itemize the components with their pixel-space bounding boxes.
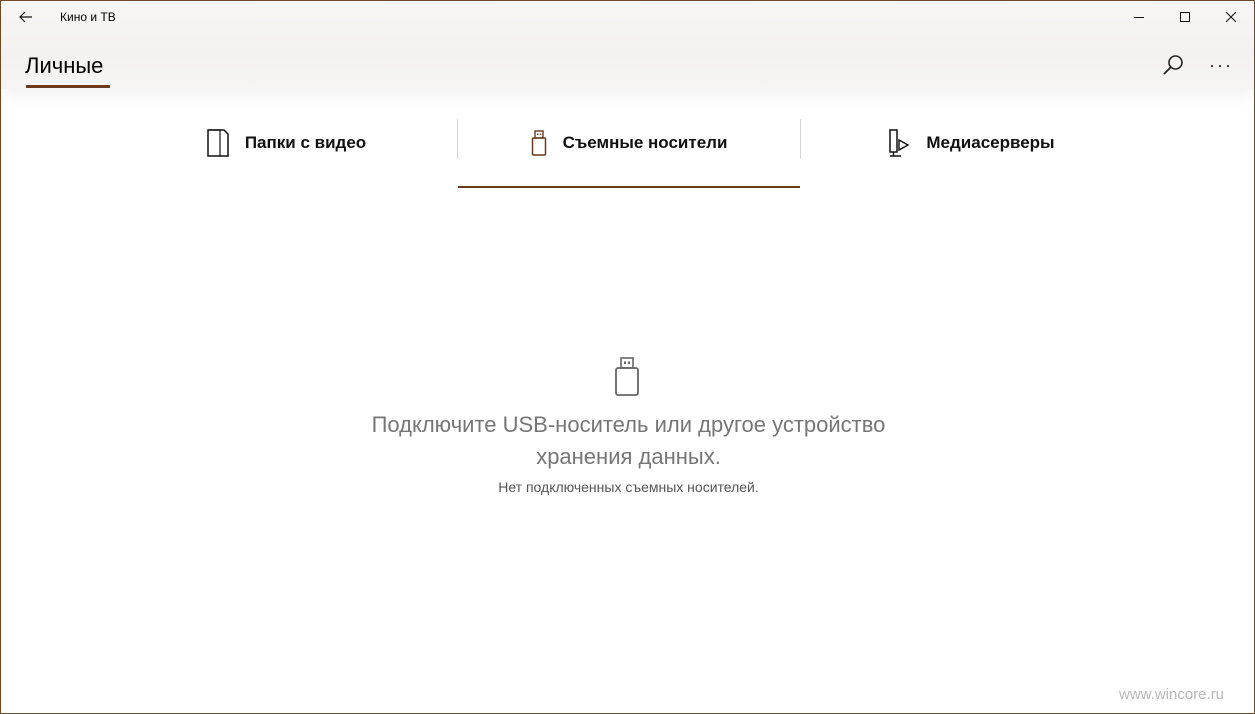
more-button[interactable]: ··· [1205, 49, 1237, 81]
minimize-icon [1134, 17, 1144, 18]
usb-drive-icon [531, 130, 547, 156]
tab-label: Съемные носители [562, 133, 728, 152]
usb-drive-icon [615, 357, 639, 396]
empty-state-subtext: Нет подключенных съемных носителей. [498, 479, 759, 495]
header: Кино и ТВ Личные ··· [1, 1, 1254, 89]
tab-label: Папки с видео [244, 133, 367, 152]
app-window: Кино и ТВ Личные ··· Папки с видео Съемн… [0, 0, 1255, 714]
media-server-icon [888, 129, 910, 157]
folder-icon [207, 129, 229, 157]
close-button[interactable] [1208, 1, 1254, 33]
close-icon [1226, 12, 1236, 22]
page-title-underline [26, 85, 110, 88]
app-title: Кино и ТВ [60, 10, 116, 24]
search-button[interactable] [1157, 49, 1189, 81]
watermark: www.wincore.ru [1119, 686, 1225, 703]
back-button[interactable] [7, 3, 45, 31]
title-bar: Кино и ТВ [1, 1, 1254, 33]
empty-state-message: Подключите USB-носитель или другое устро… [371, 412, 886, 469]
maximize-icon [1180, 12, 1190, 22]
tab-removable-media[interactable]: Съемные носители [458, 113, 800, 173]
minimize-button[interactable] [1116, 1, 1162, 33]
tab-media-servers[interactable]: Медиасерверы [801, 113, 1142, 173]
back-arrow-icon [19, 11, 32, 23]
maximize-button[interactable] [1162, 1, 1208, 33]
page-title[interactable]: Личные [25, 53, 103, 79]
search-icon [1163, 55, 1183, 75]
selected-tab-indicator [458, 186, 800, 188]
tab-label: Медиасерверы [926, 133, 1055, 152]
tab-video-folders[interactable]: Папки с видео [116, 113, 457, 173]
